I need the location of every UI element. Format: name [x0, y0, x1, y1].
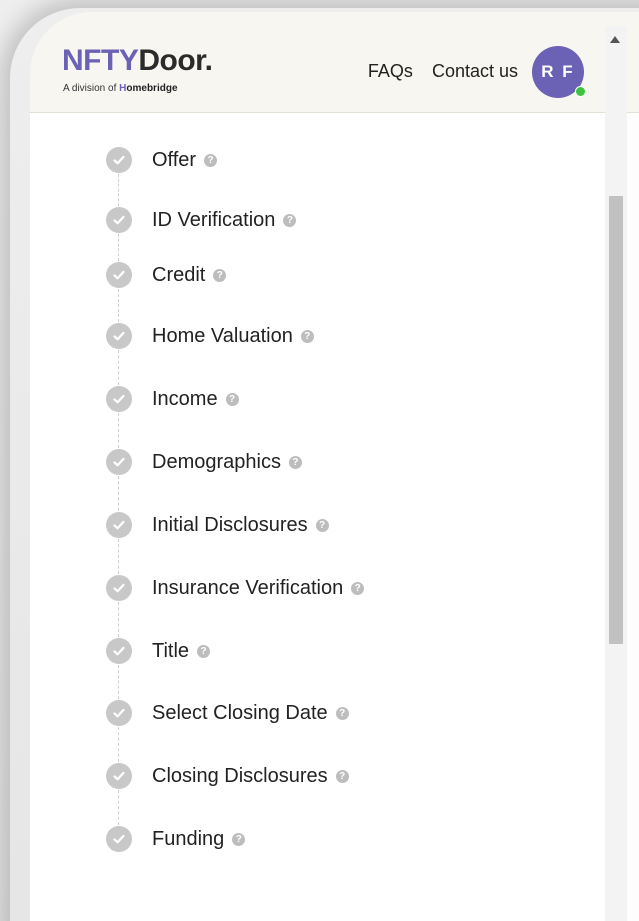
- check-circle-icon: [106, 512, 132, 538]
- step-label: Income: [152, 387, 218, 410]
- step-label: Insurance Verification: [152, 576, 344, 599]
- check-circle-icon: [106, 700, 132, 726]
- help-icon[interactable]: ?: [232, 832, 246, 846]
- step-label: Title: [152, 639, 190, 662]
- step-item[interactable]: Funding?: [106, 824, 246, 854]
- contact-us-link[interactable]: Contact us: [432, 61, 518, 81]
- tagline-brand-rest: omebridge: [126, 83, 178, 94]
- step-item[interactable]: Income?: [106, 384, 239, 414]
- help-icon[interactable]: ?: [213, 268, 227, 282]
- help-icon[interactable]: ?: [288, 455, 302, 469]
- step-connector: [118, 727, 119, 762]
- step-item[interactable]: Home Valuation?: [106, 321, 314, 351]
- step-item[interactable]: Select Closing Date?: [106, 698, 349, 728]
- help-icon[interactable]: ?: [300, 329, 314, 343]
- check-circle-icon: [106, 147, 132, 173]
- step-item[interactable]: Insurance Verification?: [106, 573, 365, 603]
- app-window: NFTYDoor. A division of Homebridge FAQs …: [30, 12, 639, 921]
- step-item[interactable]: ID Verification?: [106, 205, 297, 235]
- step-connector: [118, 174, 119, 206]
- step-connector: [118, 665, 119, 699]
- step-connector: [118, 350, 119, 385]
- step-connector: [118, 602, 119, 637]
- avatar-initials: R F: [541, 62, 575, 81]
- help-icon[interactable]: ?: [315, 518, 329, 532]
- check-circle-icon: [106, 638, 132, 664]
- help-icon[interactable]: ?: [204, 153, 218, 167]
- tagline-brand: Homebridge: [119, 83, 177, 94]
- step-item[interactable]: Closing Disclosures?: [106, 761, 349, 791]
- step-item[interactable]: Initial Disclosures?: [106, 510, 329, 540]
- step-label: Offer: [152, 148, 197, 171]
- scroll-up-arrow-icon[interactable]: [610, 36, 620, 43]
- screenshot-stage: NFTYDoor. A division of Homebridge FAQs …: [0, 0, 639, 921]
- step-label: Select Closing Date: [152, 701, 328, 724]
- step-label: Home Valuation: [152, 324, 293, 347]
- header-nav: FAQs Contact us: [354, 61, 518, 82]
- brand-logo[interactable]: NFTYDoor.: [62, 46, 213, 76]
- step-item[interactable]: Credit?: [106, 260, 227, 290]
- step-connector: [118, 539, 119, 574]
- check-circle-icon: [106, 207, 132, 233]
- step-label: ID Verification: [152, 208, 276, 231]
- help-icon[interactable]: ?: [225, 392, 239, 406]
- help-icon[interactable]: ?: [335, 706, 349, 720]
- check-circle-icon: [106, 575, 132, 601]
- step-label: Credit: [152, 263, 206, 286]
- step-connector: [118, 413, 119, 448]
- step-item[interactable]: Title?: [106, 636, 211, 666]
- step-connector: [118, 289, 119, 322]
- step-connector: [118, 790, 119, 825]
- check-circle-icon: [106, 262, 132, 288]
- step-item[interactable]: Demographics?: [106, 447, 302, 477]
- step-label: Demographics: [152, 450, 281, 473]
- step-label: Initial Disclosures: [152, 513, 308, 536]
- scrollbar-thumb[interactable]: [609, 196, 623, 644]
- tagline-prefix: A division of: [63, 83, 120, 94]
- step-item[interactable]: Offer?: [106, 145, 218, 175]
- logo-text-accent: NFTY: [62, 44, 139, 77]
- online-status-icon: [575, 86, 586, 97]
- progress-steps-panel: Offer? ID Verification? Credit? Home Valuat…: [30, 113, 606, 921]
- check-circle-icon: [106, 449, 132, 475]
- check-circle-icon: [106, 323, 132, 349]
- check-circle-icon: [106, 763, 132, 789]
- help-icon[interactable]: ?: [335, 769, 349, 783]
- faqs-link[interactable]: FAQs: [368, 61, 413, 81]
- check-circle-icon: [106, 826, 132, 852]
- step-label: Closing Disclosures: [152, 764, 328, 787]
- help-icon[interactable]: ?: [197, 644, 211, 658]
- step-label: Funding: [152, 827, 225, 850]
- vertical-scrollbar[interactable]: [605, 26, 627, 921]
- check-circle-icon: [106, 386, 132, 412]
- brand-tagline: A division of Homebridge: [63, 83, 178, 94]
- help-icon[interactable]: ?: [283, 213, 297, 227]
- logo-text-main: Door.: [138, 44, 213, 77]
- step-connector: [118, 234, 119, 261]
- help-icon[interactable]: ?: [351, 581, 365, 595]
- step-connector: [118, 476, 119, 511]
- header-bar: NFTYDoor. A division of Homebridge FAQs …: [30, 12, 639, 113]
- user-avatar[interactable]: R F: [532, 46, 586, 98]
